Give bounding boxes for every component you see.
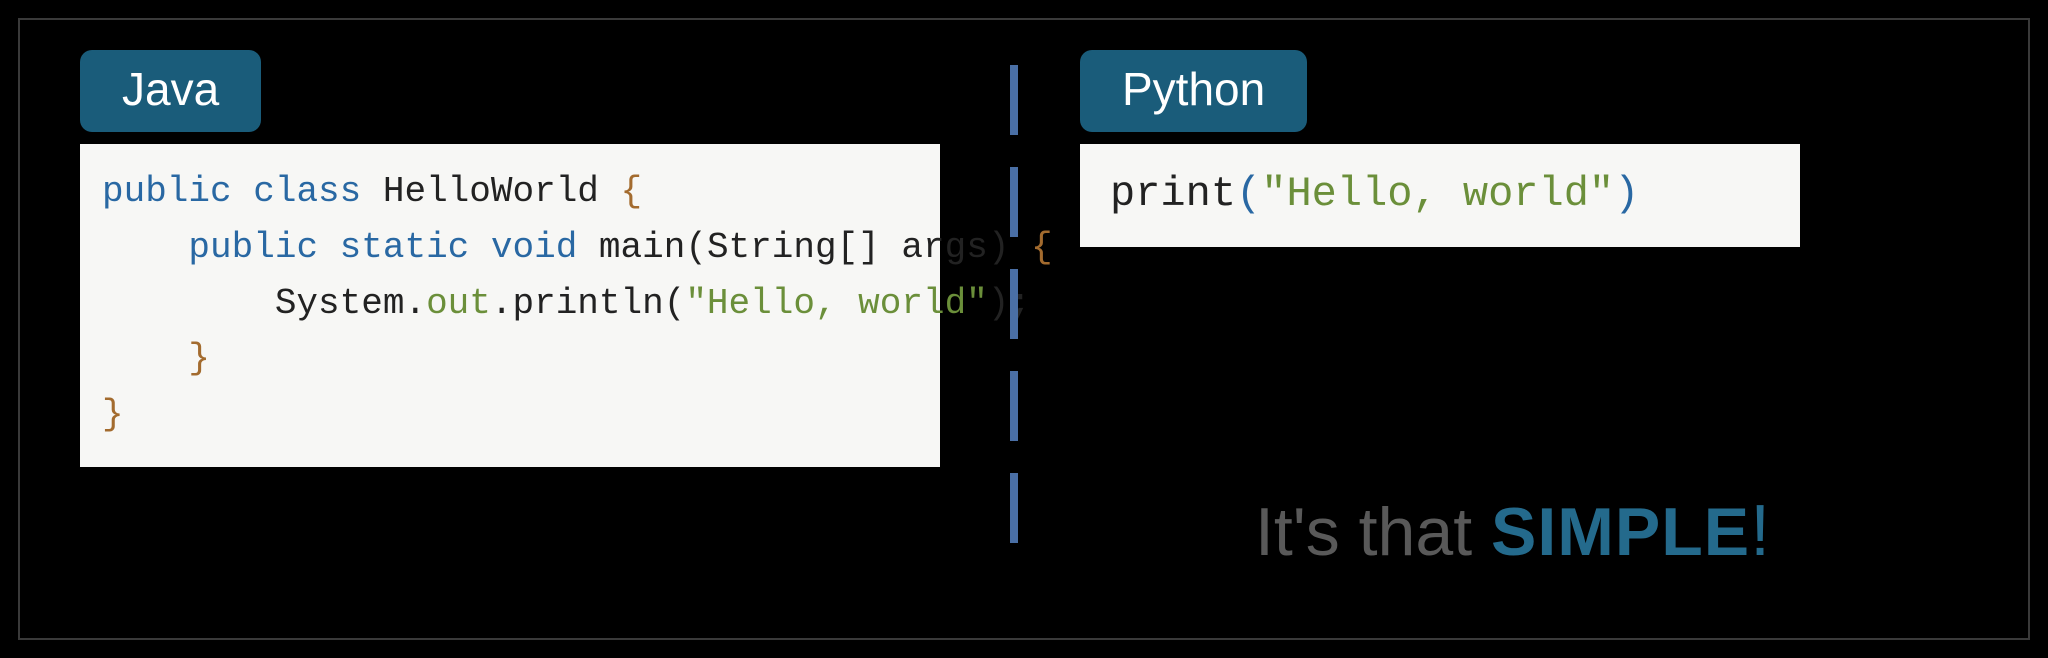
code-identifier: main [599,227,685,268]
code-brace: { [1031,227,1053,268]
code-punct: ( [685,227,707,268]
code-paren: ) [1614,170,1639,218]
code-keyword: public [188,227,318,268]
code-keyword: void [491,227,577,268]
code-keyword: public [102,171,232,212]
code-string: "Hello, world" [1261,170,1614,218]
code-brace: } [188,338,210,379]
vertical-divider [1010,65,1018,575]
code-keyword: class [253,171,361,212]
code-punct: . [491,283,513,324]
code-string: "Hello, world" [685,283,987,324]
code-punct: ( [664,283,686,324]
code-keyword: static [340,227,470,268]
python-code-block: print("Hello, world") [1080,144,1800,247]
python-panel: Python print("Hello, world") [1080,50,1980,247]
code-punct: ) [988,227,1010,268]
code-brace: } [102,394,124,435]
code-member: out [426,283,491,324]
code-identifier: print [1110,170,1236,218]
code-paren: ( [1236,170,1261,218]
java-code-block: public class HelloWorld { public static … [80,144,940,467]
code-brace: { [621,171,643,212]
code-identifier: System [275,283,405,324]
java-badge: Java [80,50,261,132]
code-punct: [] [837,227,902,268]
code-identifier: HelloWorld [383,171,599,212]
code-identifier: String [707,227,837,268]
tagline-accent: SIMPLE [1491,494,1750,570]
code-punct: . [404,283,426,324]
code-identifier: args [901,227,987,268]
tagline-exclamation: ! [1750,491,1770,571]
code-identifier: println [512,283,663,324]
tagline-prefix: It's that [1255,494,1491,570]
python-badge: Python [1080,50,1307,132]
tagline: It's that SIMPLE! [1255,490,1770,572]
java-panel: Java public class HelloWorld { public st… [80,50,940,467]
